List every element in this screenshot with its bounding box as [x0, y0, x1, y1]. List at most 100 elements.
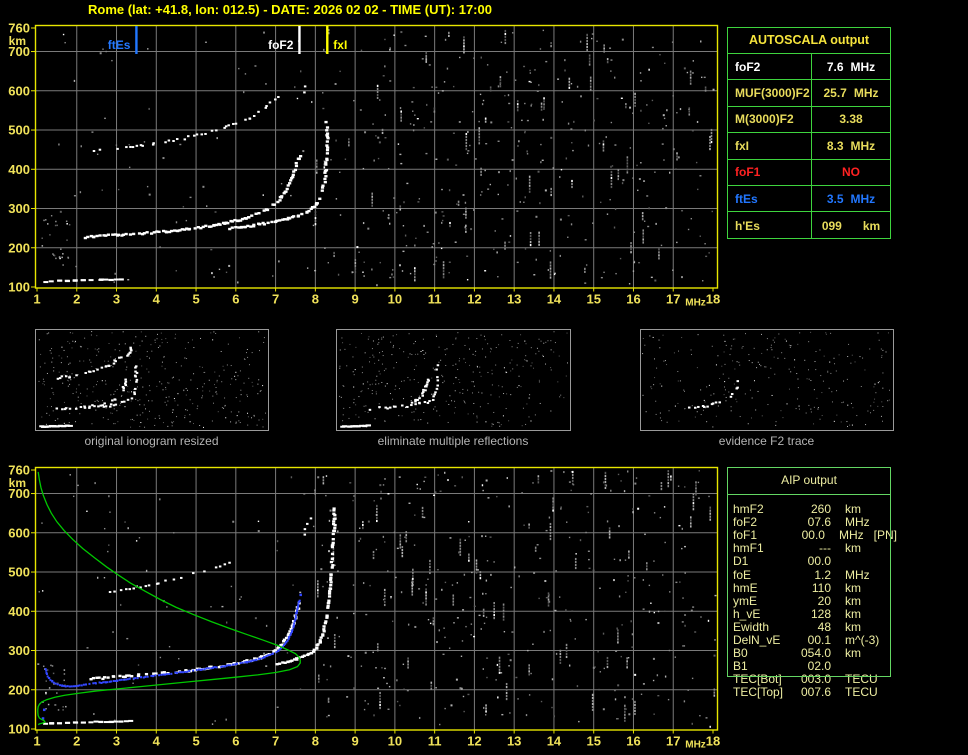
autoscala-param-value: 3.38: [812, 112, 890, 126]
x-axis-unit: MHz: [685, 298, 706, 309]
aip-param-unit: km: [831, 542, 861, 555]
page-title: Rome (lat: +41.8, lon: 012.5) - DATE: 20…: [88, 2, 492, 17]
y-tick-label: 400: [8, 162, 30, 177]
x-axis-unit: MHz: [685, 740, 706, 751]
x-tick-label: 10: [388, 292, 402, 307]
autoscala-param-value: 3.5MHz: [812, 192, 890, 206]
x-tick-label: 1: [33, 292, 40, 307]
autoscala-param-label: fxI: [728, 133, 812, 158]
aip-param-unit: MHz: [831, 516, 870, 529]
x-tick-label: 16: [626, 734, 640, 749]
aip-param-label: B1: [727, 660, 795, 673]
aip-param-value: 07.6: [795, 516, 831, 529]
thumbnail-caption-evidence: evidence F2 trace: [640, 434, 893, 448]
aip-row-hmf1: hmF1---km: [727, 542, 897, 555]
aip-param-label: hmF2: [727, 503, 795, 516]
x-tick-label: 6: [232, 734, 239, 749]
aip-output-table: AIP output hmF2260kmfoF207.6MHzfoF100.0M…: [727, 467, 897, 707]
marker-label-ftes: ftEs: [108, 38, 131, 52]
autoscala-param-label: foF1: [728, 160, 812, 185]
aip-param-value: 054.0: [795, 647, 831, 660]
aip-param-value: 00.0: [795, 555, 831, 568]
y-axis-unit: km: [9, 476, 26, 490]
aip-row-fof2: foF207.6MHz: [727, 516, 897, 529]
aip-param-label: Ewidth: [727, 621, 795, 634]
y-tick-label: 500: [8, 123, 30, 138]
autoscala-row-fof2: foF27.6MHz: [728, 54, 890, 80]
thumbnail-3-plot: [641, 330, 894, 431]
top-ionogram-plot: 123456789101112131415161718MHz7607006005…: [8, 21, 720, 309]
x-tick-label: 18: [706, 734, 720, 749]
aip-param-unit: m^(-3): [831, 634, 879, 647]
y-tick-label: 100: [8, 722, 30, 737]
aip-param-label: foF1: [727, 529, 791, 542]
aip-param-unit: km: [831, 503, 861, 516]
aip-param-value: 1.2: [795, 569, 831, 582]
x-tick-label: 4: [153, 292, 161, 307]
aip-param-label: hmF1: [727, 542, 795, 555]
marker-label-fxi: fxI: [333, 38, 347, 52]
autoscala-param-label: MUF(3000)F2: [728, 80, 812, 105]
y-tick-label: 300: [8, 643, 30, 658]
aip-param-unit: MHz: [831, 569, 870, 582]
autoscala-row-muf3000f2: MUF(3000)F225.7MHz: [728, 80, 890, 106]
aip-param-label: TEC[Top]: [727, 686, 795, 699]
aip-param-label: DelN_vE: [727, 634, 795, 647]
x-tick-label: 5: [192, 734, 199, 749]
aip-param-label: foF2: [727, 516, 795, 529]
aip-row-tectop: TEC[Top]007.6TECU: [727, 686, 897, 699]
autoscala-param-value: 8.3MHz: [812, 139, 890, 153]
y-tick-label: 500: [8, 565, 30, 580]
aip-row-tecbot: TEC[Bot]003.0TECU: [727, 673, 897, 686]
thumbnail-1-plot: [36, 330, 269, 431]
x-tick-label: 3: [113, 734, 120, 749]
aip-row-b0: B0054.0km: [727, 647, 897, 660]
x-tick-label: 1: [33, 734, 40, 749]
aip-table-rows: hmF2260kmfoF207.6MHzfoF100.0MHz[PN]hmF1-…: [727, 503, 897, 699]
thumbnail-caption-original: original ionogram resized: [35, 434, 268, 448]
aip-param-value: 003.0: [795, 673, 831, 686]
x-tick-label: 14: [547, 734, 562, 749]
thumbnail-3-border: [641, 330, 894, 431]
autoscala-row-fof1: foF1NO: [728, 160, 890, 186]
autoscala-param-label: h'Es: [728, 212, 812, 238]
marker-label-fof2: foF2: [268, 38, 294, 52]
aip-param-unit: MHz: [825, 529, 864, 542]
aip-table-header: AIP output: [727, 473, 891, 487]
autoscala-param-label: foF2: [728, 54, 812, 79]
aip-param-label: B0: [727, 647, 795, 660]
aip-row-hmf2: hmF2260km: [727, 503, 897, 516]
y-tick-label: 600: [8, 83, 30, 98]
aip-param-value: 007.6: [795, 686, 831, 699]
thumbnail-caption-eliminate: eliminate multiple reflections: [336, 434, 570, 448]
autoscala-param-value: 25.7MHz: [812, 86, 890, 100]
aip-param-unit: TECU: [831, 686, 878, 699]
y-axis-unit: km: [9, 34, 26, 48]
aip-param-value: 128: [795, 608, 831, 621]
aip-row-delnve: DelN_vE00.1m^(-3): [727, 634, 897, 647]
aip-param-unit: km: [831, 608, 861, 621]
x-tick-label: 8: [312, 734, 319, 749]
aip-param-value: 48: [795, 621, 831, 634]
x-tick-label: 8: [312, 292, 319, 307]
y-tick-label: 600: [8, 525, 30, 540]
aip-row-ewidth: Ewidth48km: [727, 621, 897, 634]
x-tick-label: 12: [467, 734, 481, 749]
aip-row-yme: ymE20km: [727, 595, 897, 608]
autoscala-param-label: ftEs: [728, 186, 812, 211]
aip-param-value: 20: [795, 595, 831, 608]
x-tick-label: 13: [507, 292, 521, 307]
x-tick-label: 13: [507, 734, 521, 749]
x-tick-label: 11: [428, 734, 442, 749]
aip-param-unit: km: [831, 582, 861, 595]
x-tick-label: 10: [388, 734, 402, 749]
aip-param-label: TEC[Bot]: [727, 673, 795, 686]
aip-row-fof1: foF100.0MHz[PN]: [727, 529, 897, 542]
autoscala-param-label: M(3000)F2: [728, 107, 812, 132]
aip-param-unit: km: [831, 647, 861, 660]
autoscala-row-m3000f2: M(3000)F23.38: [728, 107, 890, 133]
autoscala-param-value: 7.6MHz: [812, 60, 890, 74]
autoscala-param-value: 099km: [812, 219, 890, 233]
aip-param-value: 110: [795, 582, 831, 595]
autoscala-table-rows: foF27.6MHzMUF(3000)F225.7MHzM(3000)F23.3…: [728, 54, 890, 239]
